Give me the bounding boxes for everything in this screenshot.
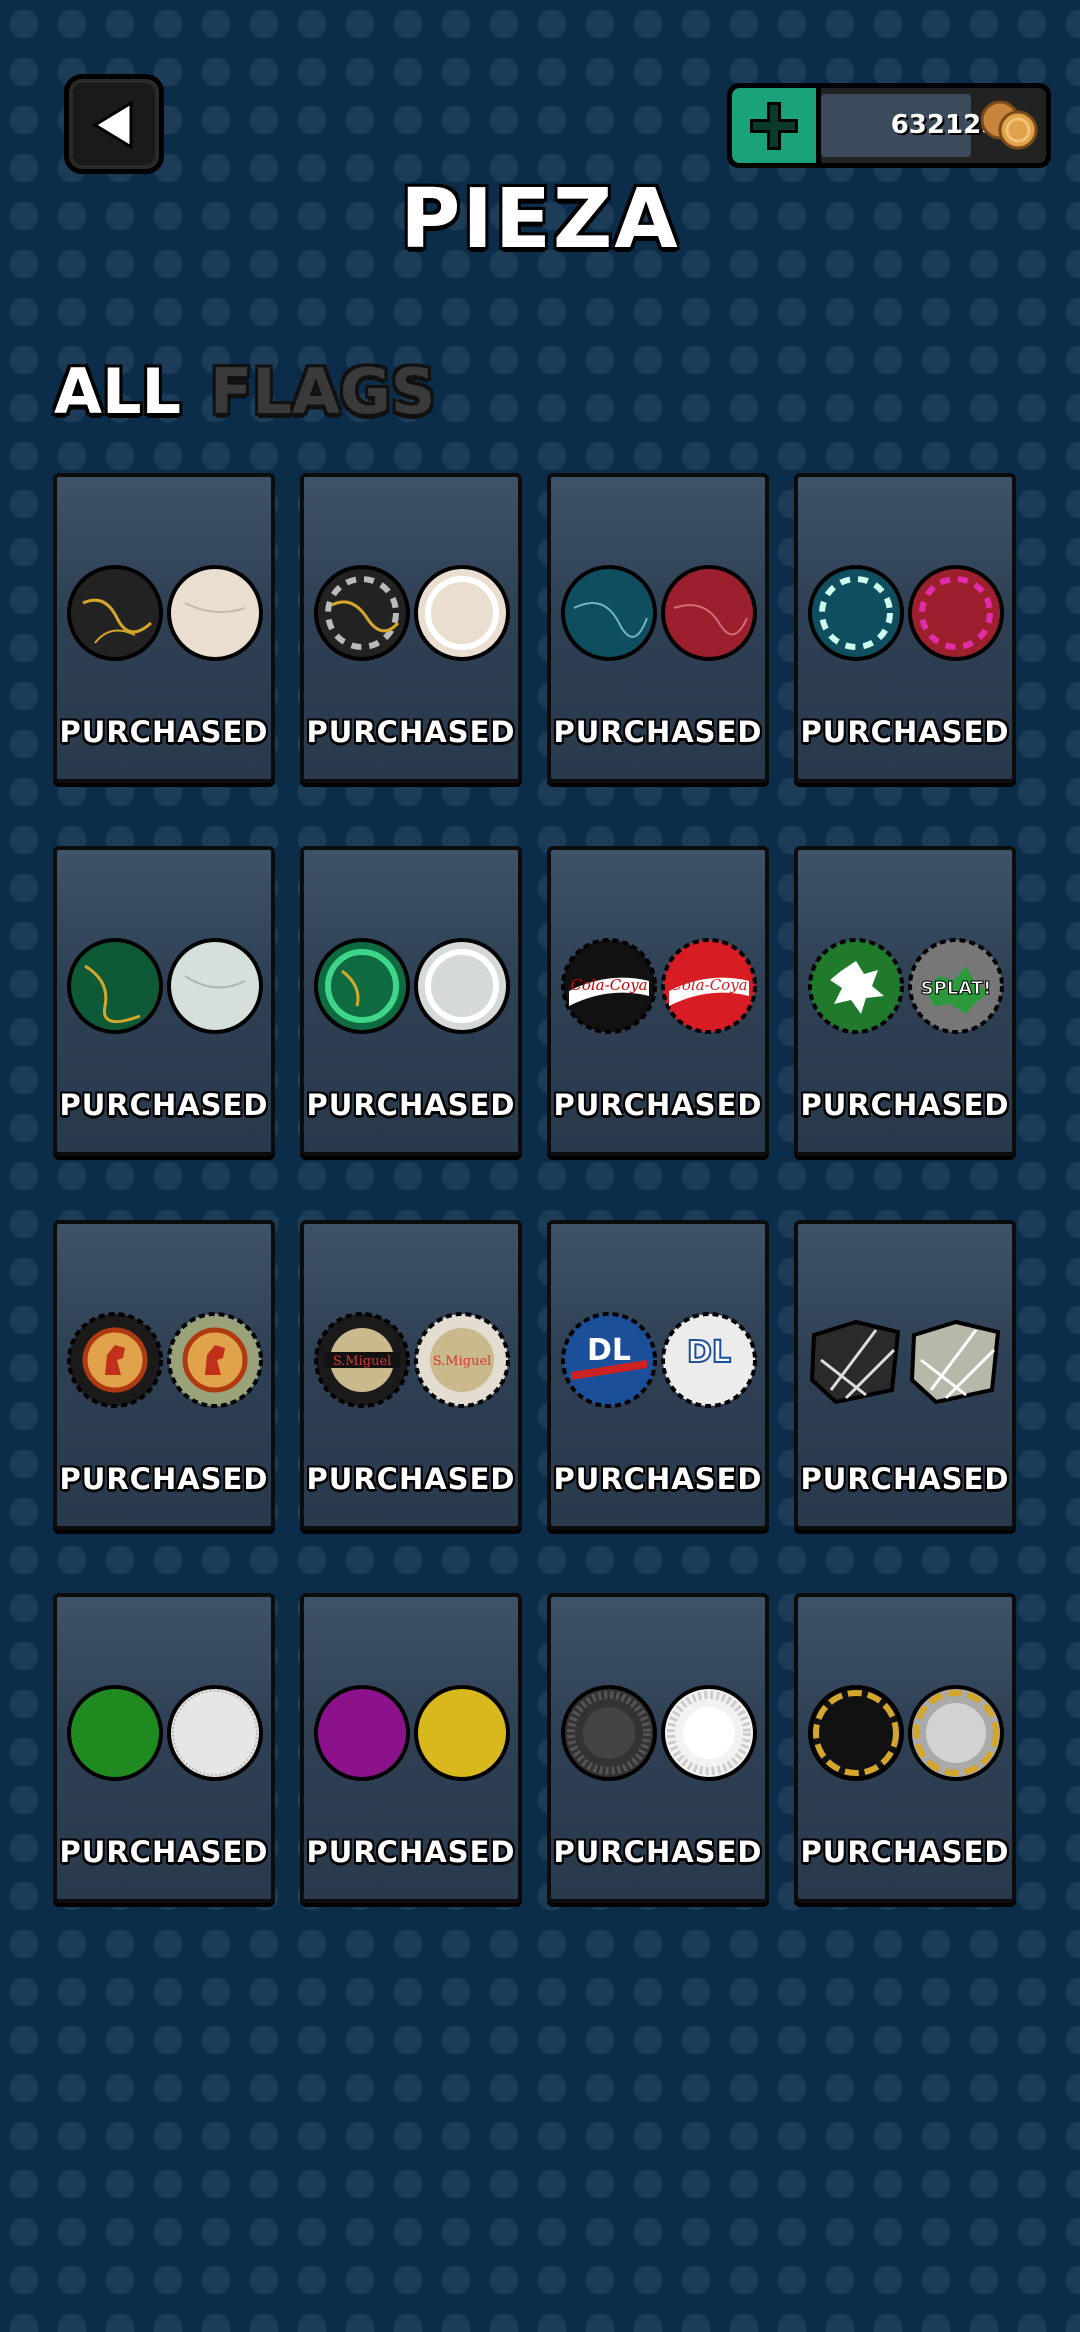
piece-card-san-miguel-caps[interactable]: S.Miguel S.Miguel PURCHASED — [300, 1220, 522, 1530]
purchased-label: PURCHASED — [800, 1462, 1010, 1496]
piece-preview: DL DL — [559, 1310, 759, 1410]
piece-card-cola-bottle-caps[interactable]: Cola-Coya Cola-Coya PURCHASED — [547, 846, 769, 1156]
piece-card-teal-red-marble[interactable]: PURCHASED — [547, 473, 769, 783]
purchased-label: PURCHASED — [59, 1088, 269, 1122]
svg-text:SPLAT!: SPLAT! — [921, 978, 992, 999]
piece-preview — [65, 563, 265, 663]
piece-preview — [312, 563, 512, 663]
purchased-label: PURCHASED — [59, 1462, 269, 1496]
piece-preview — [65, 1310, 265, 1410]
purchased-label: PURCHASED — [306, 715, 516, 749]
purchased-label: PURCHASED — [800, 1835, 1010, 1869]
piece-preview — [65, 1683, 265, 1783]
svg-text:Cola-Coya: Cola-Coya — [570, 976, 647, 994]
piece-card-green-white-plain[interactable]: PURCHASED — [53, 1593, 275, 1903]
piece-card-black-gold-marble-chip[interactable]: PURCHASED — [300, 473, 522, 783]
purchased-label: PURCHASED — [306, 1835, 516, 1869]
tab-all[interactable]: ALL — [54, 355, 181, 428]
piece-preview: SPLAT! — [806, 936, 1006, 1036]
back-arrow-icon — [92, 100, 133, 150]
add-coins-button[interactable] — [732, 88, 821, 163]
purchased-label: PURCHASED — [800, 715, 1010, 749]
piece-preview: Cola-Coya Cola-Coya — [559, 936, 759, 1036]
tab-flags[interactable]: FLAGS — [210, 355, 435, 428]
piece-preview — [806, 563, 1006, 663]
svg-text:DL: DL — [587, 1333, 631, 1368]
piece-preview — [65, 936, 265, 1036]
purchased-label: PURCHASED — [553, 1088, 763, 1122]
piece-card-black-gold-marble[interactable]: PURCHASED — [53, 473, 275, 783]
purchased-label: PURCHASED — [553, 715, 763, 749]
piece-card-teal-red-marble-chip[interactable]: PURCHASED — [794, 473, 1016, 783]
purchased-label: PURCHASED — [553, 1462, 763, 1496]
purchased-label: PURCHASED — [553, 1835, 763, 1869]
svg-text:S.Miguel: S.Miguel — [433, 1354, 492, 1369]
svg-text:DL: DL — [687, 1335, 731, 1370]
coin-balance-bar: 632125 — [727, 83, 1051, 168]
piece-preview — [559, 563, 759, 663]
piece-card-green-gold-marble[interactable]: PURCHASED — [53, 846, 275, 1156]
coins-icon — [980, 100, 1038, 150]
back-button[interactable] — [64, 74, 164, 174]
piece-card-green-gold-marble-chip[interactable]: PURCHASED — [300, 846, 522, 1156]
piece-preview — [559, 1683, 759, 1783]
piece-card-horse-caps[interactable]: PURCHASED — [53, 1220, 275, 1530]
piece-card-black-silver-gold-rim[interactable]: PURCHASED — [794, 1593, 1016, 1903]
piece-card-stone-pieces[interactable]: PURCHASED — [794, 1220, 1016, 1530]
svg-text:S.Miguel: S.Miguel — [333, 1354, 392, 1369]
piece-preview — [312, 1683, 512, 1783]
purchased-label: PURCHASED — [59, 715, 269, 749]
svg-text:Cola-Coya: Cola-Coya — [670, 976, 747, 994]
piece-preview: S.Miguel S.Miguel — [312, 1310, 512, 1410]
plus-icon — [750, 102, 798, 150]
piece-preview — [806, 1310, 1006, 1410]
piece-preview — [312, 936, 512, 1036]
piece-preview — [806, 1683, 1006, 1783]
piece-card-black-white-ridged[interactable]: PURCHASED — [547, 1593, 769, 1903]
piece-card-dl-caps[interactable]: DL DL PURCHASED — [547, 1220, 769, 1530]
purchased-label: PURCHASED — [59, 1835, 269, 1869]
purchased-label: PURCHASED — [306, 1462, 516, 1496]
purchased-label: PURCHASED — [306, 1088, 516, 1122]
piece-card-purple-yellow-plain[interactable]: PURCHASED — [300, 1593, 522, 1903]
page-title: PIEZA — [400, 172, 680, 267]
purchased-label: PURCHASED — [800, 1088, 1010, 1122]
piece-card-splat-caps[interactable]: SPLAT! PURCHASED — [794, 846, 1016, 1156]
